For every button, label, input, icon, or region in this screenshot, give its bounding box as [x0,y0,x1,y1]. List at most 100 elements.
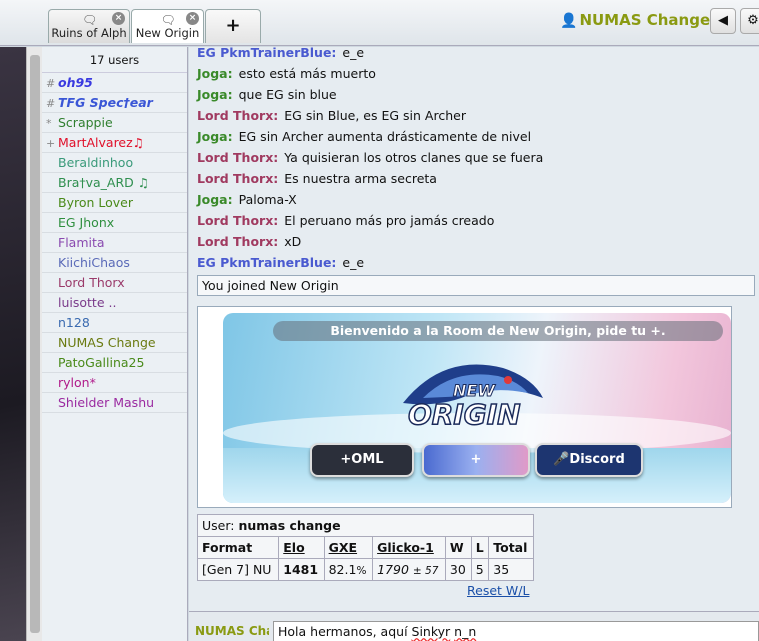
add-tab-button[interactable]: + [205,9,261,43]
ratings-row: [Gen 7] NU 1481 82.1% 1790 ± 57 30 5 35 [196,558,534,581]
user-name: n128 [58,315,90,330]
user-name: Lord Thorx [58,275,125,290]
message-author[interactable]: EG PkmTrainerBlue: [197,255,336,270]
gear-icon: ⚙ [747,13,759,28]
user-list-item[interactable]: EG Jhonx [42,213,187,233]
tab-new-origin[interactable]: 🗨 × New Origin [131,9,204,43]
message-author[interactable]: Lord Thorx: [197,108,278,123]
chat-message: Lord Thorx: xD [189,231,759,252]
chat-bubble-icon: 🗨 [82,13,98,27]
user-icon: 👤 [560,13,578,29]
tab-ruins-of-alph[interactable]: 🗨 × Ruins of Alph [48,9,130,43]
top-header: 🗨 × Ruins of Alph 🗨 × New Origin + 👤 NUMA… [0,0,759,46]
col-total: Total [488,536,534,559]
col-gxe[interactable]: GXE [323,536,374,559]
message-author[interactable]: Joga: [197,192,233,207]
discord-label: Discord [569,452,625,467]
chat-message: Lord Thorx: El peruano más pro jamás crea… [189,210,759,231]
user-name: EG Jhonx [58,215,115,230]
chat-message: EG PkmTrainerBlue: e_e [189,252,759,273]
tab-label: Ruins of Alph [51,26,127,40]
svg-text:ORIGIN: ORIGIN [408,398,521,431]
user-list-item[interactable]: Flamita [42,233,187,253]
chat-bubble-icon: 🗨 [160,13,176,27]
user-list-item[interactable]: Bra†va_ARD ♫ [42,173,187,193]
user-list: 17 users # oh95 # TFG Spec†ear * Scrappie + Mar… [42,47,188,641]
art-button[interactable]: + [422,443,530,477]
tab-label: New Origin [135,26,200,40]
message-author[interactable]: EG PkmTrainerBlue: [197,47,336,60]
plus-icon: + [470,452,482,467]
message-text: EG sin Archer aumenta drásticamente de n… [238,129,532,144]
message-text: Es nuestra arma secreta [284,171,437,186]
chat-message: Joga: EG sin Archer aumenta drásticamente… [189,126,759,147]
user-list-item[interactable]: PatoGallina25 [42,353,187,373]
gxe-value: 82.1 [328,562,357,577]
user-list-item[interactable]: Beraldinhoo [42,153,187,173]
col-glicko[interactable]: Glicko-1 [372,536,446,559]
close-tab-icon[interactable]: × [112,12,125,25]
chat-log[interactable]: EG PkmTrainerBlue: e_e Joga: esto está más … [189,47,759,611]
cell-l: 5 [470,558,490,581]
settings-button[interactable]: ⚙ [740,8,759,34]
username-button[interactable]: 👤 NUMAS Change [560,11,710,29]
user-name: Bra†va_ARD ♫ [58,175,149,190]
cell-gxe: 82.1% [323,558,374,581]
chat-message: EG PkmTrainerBlue: e_e [189,47,759,63]
message-author[interactable]: Lord Thorx: [197,171,278,186]
close-tab-icon[interactable]: × [186,12,199,25]
ratings-user-row: User: numas change [197,514,534,537]
user-list-item[interactable]: Byron Lover [42,193,187,213]
username-label: NUMAS Change [579,11,711,29]
user-name: Flamita [58,235,105,250]
oml-button[interactable]: +OML [310,443,414,477]
user-name: Beraldinhoo [58,155,134,170]
user-list-item[interactable]: + MartAlvarez♫ [42,133,187,153]
user-list-item[interactable]: Lord Thorx [42,273,187,293]
join-notice: You joined New Origin [197,275,755,296]
discord-button[interactable]: 🎤Discord [535,443,643,477]
userlist-scrollbar[interactable] [26,47,42,641]
cell-format: [Gen 7] NU [196,558,280,581]
user-list-item[interactable]: NUMAS Change [42,333,187,353]
cell-glicko: 1790 ± 57 [372,558,446,581]
user-rank-symbol: # [46,77,56,90]
banner-title: Bienvenido a la Room de New Origin, pide… [273,321,723,341]
chat-input-bar: NUMAS Change Hola hermanos, aquí Sinkyr … [189,611,759,641]
message-author[interactable]: Lord Thorx: [197,234,278,249]
message-author[interactable]: Joga: [197,87,233,102]
col-l: L [470,536,490,559]
message-text: EG sin Blue, es EG sin Archer [284,108,466,123]
chat-message: Joga: esto está más muerto [189,63,759,84]
user-rank-symbol: + [46,137,56,150]
message-author[interactable]: Joga: [197,129,233,144]
message-text: Ya quisieran los otros clanes que se fue… [284,150,544,165]
user-list-item[interactable]: n128 [42,313,187,333]
user-list-item[interactable]: # oh95 [42,73,187,93]
user-name: Scrappie [58,115,113,130]
ratings-user-value: numas change [238,518,341,533]
message-author[interactable]: Lord Thorx: [197,213,278,228]
reset-wl-link[interactable]: Reset W/L [467,583,529,598]
glicko-deviation: ± 57 [412,565,439,577]
user-list-item[interactable]: Shielder Mashu [42,393,187,413]
user-list-item[interactable]: luisotte .. [42,293,187,313]
cell-elo: 1481 [278,558,325,581]
mute-button[interactable]: ◀ [710,8,736,34]
user-list-item[interactable]: # TFG Spec†ear [42,93,187,113]
user-list-item[interactable]: rylon* [42,373,187,393]
ratings-user-label: User: [202,518,235,533]
user-list-item[interactable]: * Scrappie [42,113,187,133]
message-text: e_e [342,47,365,60]
col-elo[interactable]: Elo [278,536,325,559]
message-author[interactable]: Joga: [197,66,233,81]
user-name: oh95 [58,75,93,90]
user-list-item[interactable]: KiichiChaos [42,253,187,273]
user-name: luisotte .. [58,295,117,310]
message-text: que EG sin blue [238,87,337,102]
message-author[interactable]: Lord Thorx: [197,150,278,165]
scrollbar-thumb[interactable] [30,55,40,633]
chat-message-input[interactable]: Hola hermanos, aquí Sinkyr n_n [273,621,759,641]
chat-message: Joga: Paloma-X [189,189,759,210]
oml-label: +OML [340,452,384,467]
